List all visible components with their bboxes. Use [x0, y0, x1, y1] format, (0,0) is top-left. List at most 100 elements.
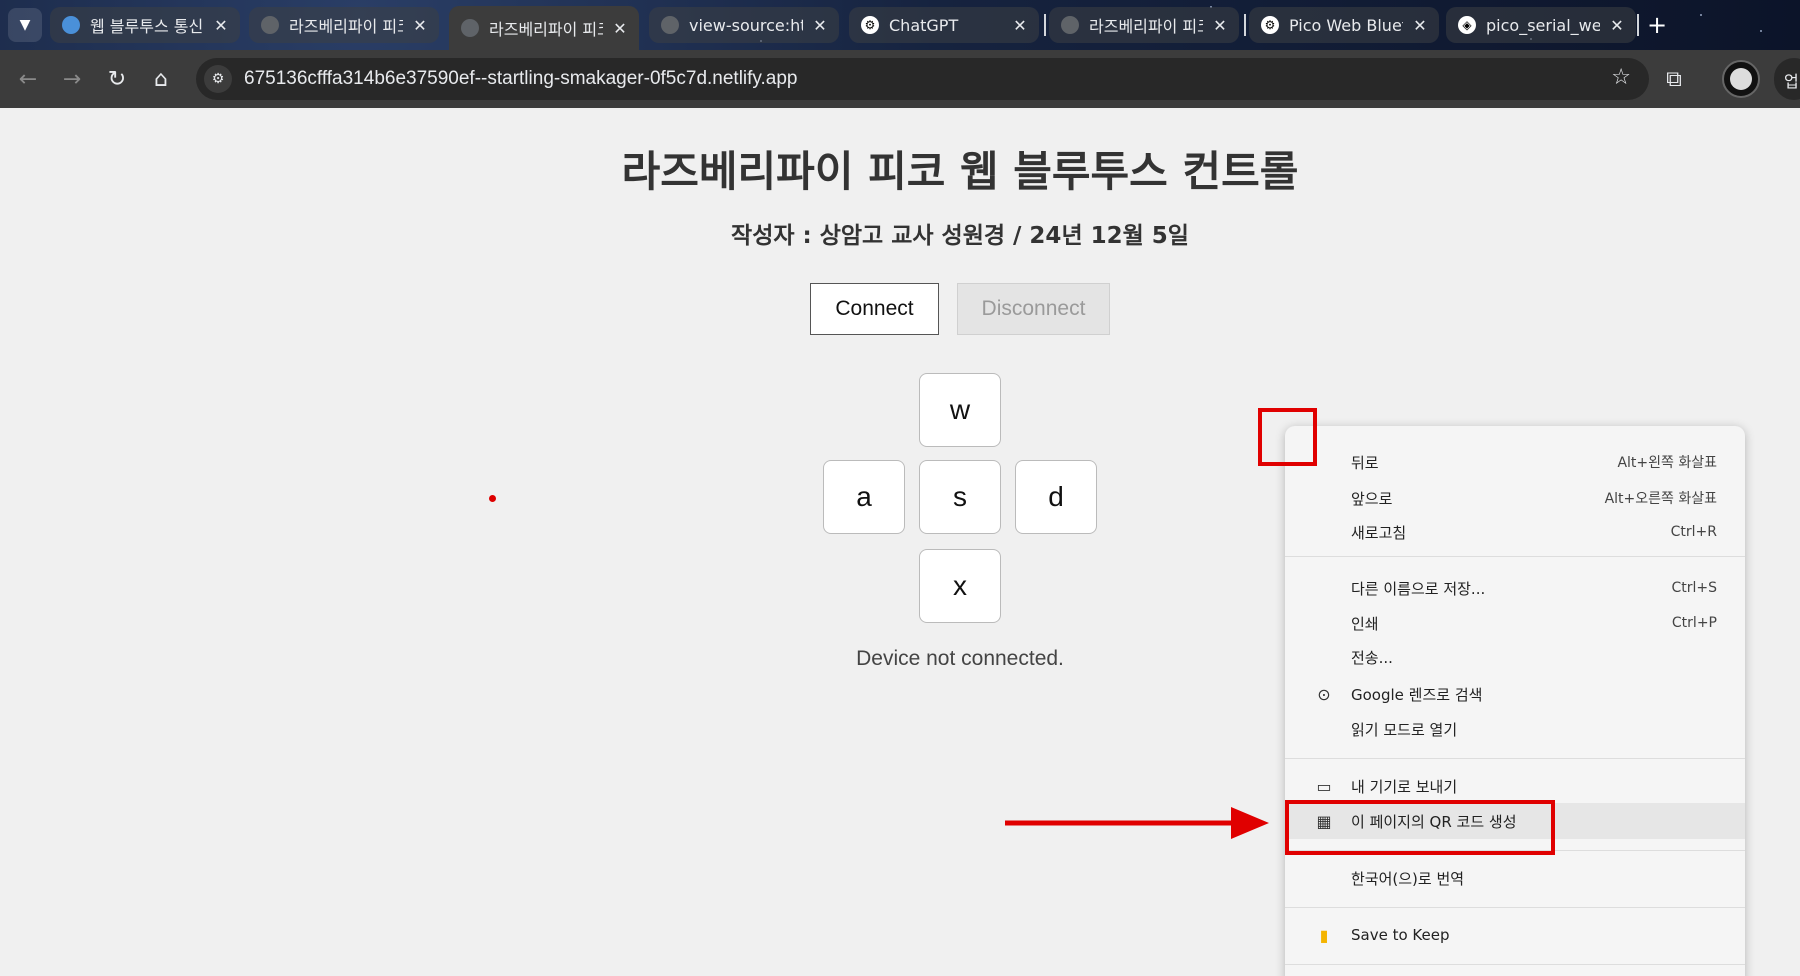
globe-icon [1061, 16, 1079, 34]
menu-item-back[interactable]: 뒤로 Alt+왼쪽 화살표 [1285, 444, 1745, 480]
devices-icon: ▭ [1316, 776, 1332, 796]
menu-item-label: 뒤로 [1351, 453, 1379, 472]
tab-6[interactable]: ⚙ Pico Web Bluetooth ✕ [1249, 7, 1439, 43]
extensions-button[interactable]: ⧉ [1660, 65, 1688, 93]
menu-item-save-to-keep[interactable]: ▮ Save to Keep [1285, 917, 1745, 953]
reload-button[interactable]: ↻ [101, 63, 133, 95]
menu-item-label: 전송... [1351, 648, 1393, 667]
tab-separator [1244, 14, 1246, 36]
close-icon[interactable]: ✕ [1608, 16, 1626, 35]
close-icon[interactable]: ✕ [1411, 16, 1429, 35]
menu-item-shortcut: Alt+왼쪽 화살표 [1617, 455, 1717, 471]
menu-item-google-lens[interactable]: ⊙ Google 렌즈로 검색 [1285, 676, 1745, 712]
menu-separator [1285, 556, 1745, 557]
tab-search-button[interactable]: ▼ [8, 8, 42, 42]
tab-title: view-source:https [689, 15, 803, 35]
lens-icon: ⊙ [1317, 684, 1331, 704]
tab-4[interactable]: ⚙ ChatGPT ✕ [849, 7, 1039, 43]
key-d-button[interactable]: d [1015, 460, 1097, 534]
home-icon: ⌂ [154, 66, 168, 92]
arrow-left-icon: ← [18, 66, 38, 92]
menu-separator [1285, 758, 1745, 759]
menu-item-label: 인쇄 [1351, 614, 1379, 633]
menu-item-print[interactable]: 인쇄 Ctrl+P [1285, 605, 1745, 641]
update-button[interactable]: 업 [1774, 58, 1800, 100]
key-a-button[interactable]: a [823, 460, 905, 534]
close-icon[interactable]: ✕ [611, 19, 629, 38]
menu-item-save-as[interactable]: 다른 이름으로 저장... Ctrl+S [1285, 570, 1745, 606]
annotation-arrow-head [1231, 807, 1269, 839]
new-tab-button[interactable]: + [1641, 9, 1673, 41]
tab-2-active[interactable]: 라즈베리파이 피코 ✕ [449, 6, 639, 50]
menu-separator [1285, 907, 1745, 908]
keep-icon: ▮ [1319, 925, 1329, 945]
menu-item-shortcut: Ctrl+R [1670, 524, 1717, 540]
tab-title: 라즈베리파이 피코 [489, 20, 603, 39]
puzzle-icon: ⧉ [1666, 66, 1682, 92]
menu-item-reload[interactable]: 새로고침 Ctrl+R [1285, 514, 1745, 550]
tab-0[interactable]: 웹 블루투스 통신 ✕ [50, 7, 240, 43]
key-w-button[interactable]: w [919, 373, 1001, 447]
tab-separator [1637, 14, 1639, 36]
menu-item-send-to-devices[interactable]: ▭ 내 기기로 보내기 [1285, 768, 1745, 804]
key-s-button[interactable]: s [919, 460, 1001, 534]
chevron-down-icon: ▼ [19, 17, 31, 33]
menu-item-label: 새로고침 [1351, 523, 1407, 542]
tab-strip: ▼ 웹 블루투스 통신 ✕ 라즈베리파이 피코 ✕ 라즈베리파이 피코 ✕ vi… [0, 0, 1800, 50]
tab-1[interactable]: 라즈베리파이 피코 ✕ [249, 7, 439, 43]
page-subtitle: 작성자 : 상암고 교사 성원경 / 24년 12월 5일 [731, 223, 1189, 249]
connect-button[interactable]: Connect [810, 283, 939, 335]
menu-item-shortcut: Ctrl+P [1671, 615, 1717, 631]
menu-item-label: 앞으로 [1351, 489, 1393, 508]
tab-title: Pico Web Bluetooth [1289, 15, 1403, 35]
home-button[interactable]: ⌂ [145, 63, 177, 95]
arrow-right-icon: → [62, 66, 82, 92]
close-icon[interactable]: ✕ [1211, 16, 1229, 35]
bluetooth-globe-icon [62, 16, 80, 34]
reload-icon: ↻ [107, 66, 127, 92]
chatgpt-icon: ⚙ [1261, 16, 1279, 34]
connection-status: Device not connected. [856, 647, 1064, 670]
menu-item-cast[interactable]: 전송... [1285, 639, 1745, 675]
tab-3[interactable]: view-source:https ✕ [649, 7, 839, 43]
chatgpt-icon: ⚙ [861, 16, 879, 34]
annotation-arrow [1005, 807, 1269, 839]
menu-item-reading-mode[interactable]: 읽기 모드로 열기 [1285, 711, 1745, 747]
background-star [1700, 14, 1702, 16]
update-button-label: 업 [1784, 72, 1799, 91]
menu-item-label: 다른 이름으로 저장... [1351, 579, 1486, 598]
disconnect-button[interactable]: Disconnect [957, 283, 1110, 335]
close-icon[interactable]: ✕ [1011, 16, 1029, 35]
close-icon[interactable]: ✕ [411, 16, 429, 35]
cursor-marker [489, 495, 496, 502]
background-star [1760, 30, 1762, 32]
menu-separator [1285, 964, 1745, 965]
site-settings-icon[interactable]: ⚙ [204, 65, 232, 93]
menu-item-label: Google 렌즈로 검색 [1351, 685, 1483, 704]
menu-item-label: 내 기기로 보내기 [1351, 777, 1458, 796]
url-text[interactable]: 675136cfffa314b6e37590ef--startling-smak… [244, 68, 798, 90]
codepen-icon: ◈ [1458, 16, 1476, 34]
plus-icon: + [1646, 11, 1668, 39]
menu-item-forward[interactable]: 앞으로 Alt+오른쪽 화살표 [1285, 480, 1745, 516]
tab-title: pico_serial_web [1486, 15, 1600, 35]
globe-icon [461, 19, 479, 37]
address-bar[interactable]: ⚙ 675136cfffa314b6e37590ef--startling-sm… [196, 58, 1649, 100]
menu-item-label: 한국어(으)로 번역 [1351, 869, 1465, 888]
menu-item-label: Save to Keep [1351, 926, 1450, 944]
page-title: 라즈베리파이 피코 웹 블루투스 컨트롤 [621, 147, 1299, 196]
profile-avatar[interactable] [1722, 60, 1760, 98]
key-x-button[interactable]: x [919, 549, 1001, 623]
close-icon[interactable]: ✕ [212, 16, 230, 35]
menu-item-shortcut: Ctrl+S [1671, 580, 1717, 596]
back-button[interactable]: ← [12, 63, 44, 95]
forward-button[interactable]: → [56, 63, 88, 95]
tab-7[interactable]: ◈ pico_serial_web ✕ [1446, 7, 1636, 43]
menu-item-shortcut: Alt+오른쪽 화살표 [1604, 491, 1717, 507]
globe-icon [261, 16, 279, 34]
bookmark-star-icon[interactable]: ☆ [1611, 65, 1631, 90]
menu-item-translate[interactable]: 한국어(으)로 번역 [1285, 860, 1745, 896]
tab-5[interactable]: 라즈베리파이 피코 ✕ [1049, 7, 1239, 43]
tab-title: ChatGPT [889, 15, 959, 35]
close-icon[interactable]: ✕ [811, 16, 829, 35]
